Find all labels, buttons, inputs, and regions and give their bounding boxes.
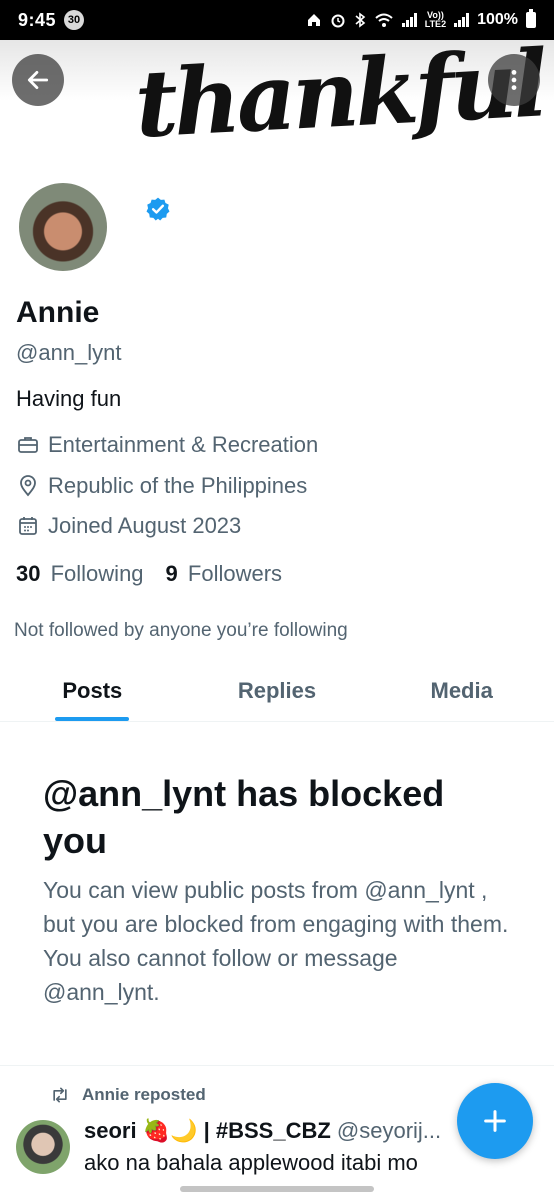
profile-tabs: Posts Replies Media bbox=[0, 660, 554, 722]
location-text: Republic of the Philippines bbox=[48, 473, 308, 498]
follow-stats: 30 Following 9 Followers bbox=[16, 561, 282, 587]
repost-indicator: Annie reposted bbox=[50, 1085, 206, 1105]
followers-count: 9 bbox=[165, 561, 178, 586]
arrow-left-icon bbox=[27, 71, 49, 89]
repost-icon bbox=[53, 1087, 67, 1103]
following-label: Following bbox=[50, 561, 144, 586]
tweet-author-avatar[interactable] bbox=[16, 1120, 70, 1174]
followers-link[interactable]: 9 Followers bbox=[166, 561, 283, 587]
compose-button[interactable] bbox=[457, 1083, 533, 1159]
status-bar: 9:45 30 Vo)) LTE2 100% bbox=[0, 0, 554, 40]
category-text: Entertainment & Recreation bbox=[48, 432, 319, 457]
briefcase-icon bbox=[18, 437, 38, 453]
profile-category: Entertainment & Recreation bbox=[16, 432, 318, 458]
tab-media[interactable]: Media bbox=[369, 660, 554, 721]
status-icons: Vo)) LTE2 100% bbox=[306, 9, 536, 29]
verified-badge-icon bbox=[146, 197, 170, 221]
wifi-icon bbox=[375, 13, 393, 27]
home-icon bbox=[307, 14, 320, 26]
not-followed-notice: Not followed by anyone you’re following bbox=[14, 620, 348, 641]
signal-bars-2-icon bbox=[454, 13, 470, 27]
repost-label: Annie reposted bbox=[82, 1085, 206, 1104]
profile-avatar[interactable] bbox=[16, 180, 110, 274]
notification-count-badge: 30 bbox=[64, 10, 85, 30]
blocked-message: You can view public posts from @ann_lynt… bbox=[43, 877, 509, 1005]
location-pin-icon bbox=[20, 475, 36, 497]
followers-label: Followers bbox=[187, 561, 283, 586]
tab-replies[interactable]: Replies bbox=[185, 660, 370, 721]
bluetooth-icon bbox=[355, 12, 366, 28]
alarm-icon bbox=[331, 14, 345, 28]
calendar-icon bbox=[19, 517, 37, 535]
status-time: 9:45 bbox=[18, 9, 57, 30]
home-indicator[interactable] bbox=[180, 1186, 374, 1192]
joined-text: Joined August 2023 bbox=[48, 513, 242, 538]
profile-handle: @ann_lynt bbox=[16, 340, 122, 365]
network-label-bottom: LTE2 bbox=[424, 19, 447, 29]
plus-icon bbox=[484, 1110, 506, 1132]
more-vertical-icon bbox=[511, 70, 517, 90]
more-options-button[interactable] bbox=[488, 54, 540, 106]
tweet-header[interactable]: seori 🍓🌙 | #BSS_CBZ @seyorij... bbox=[84, 1118, 464, 1144]
tab-posts[interactable]: Posts bbox=[0, 660, 185, 721]
banner-text: thankful bbox=[132, 40, 547, 159]
tweet-author-handle: @seyorij... bbox=[336, 1118, 442, 1143]
profile-banner[interactable]: thankful bbox=[0, 40, 554, 175]
back-button[interactable] bbox=[12, 54, 64, 106]
following-count: 30 bbox=[16, 561, 41, 586]
following-link[interactable]: 30 Following bbox=[16, 561, 144, 587]
profile-bio: Having fun bbox=[16, 386, 122, 411]
tweet-text[interactable]: ako na bahala applewood itabi mo bbox=[84, 1150, 418, 1176]
battery-percent: 100% bbox=[477, 11, 518, 28]
blocked-title: @ann_lynt has blocked you bbox=[43, 773, 445, 861]
divider bbox=[0, 1065, 554, 1066]
profile-joined: Joined August 2023 bbox=[16, 513, 241, 539]
profile-name: Annie bbox=[16, 296, 100, 329]
signal-bars-icon bbox=[401, 13, 417, 27]
profile-location: Republic of the Philippines bbox=[16, 473, 307, 499]
network-type: Vo)) LTE2 bbox=[425, 11, 446, 29]
battery-icon bbox=[526, 9, 536, 28]
tweet-author-name: seori 🍓🌙 | #BSS_CBZ bbox=[84, 1118, 331, 1143]
